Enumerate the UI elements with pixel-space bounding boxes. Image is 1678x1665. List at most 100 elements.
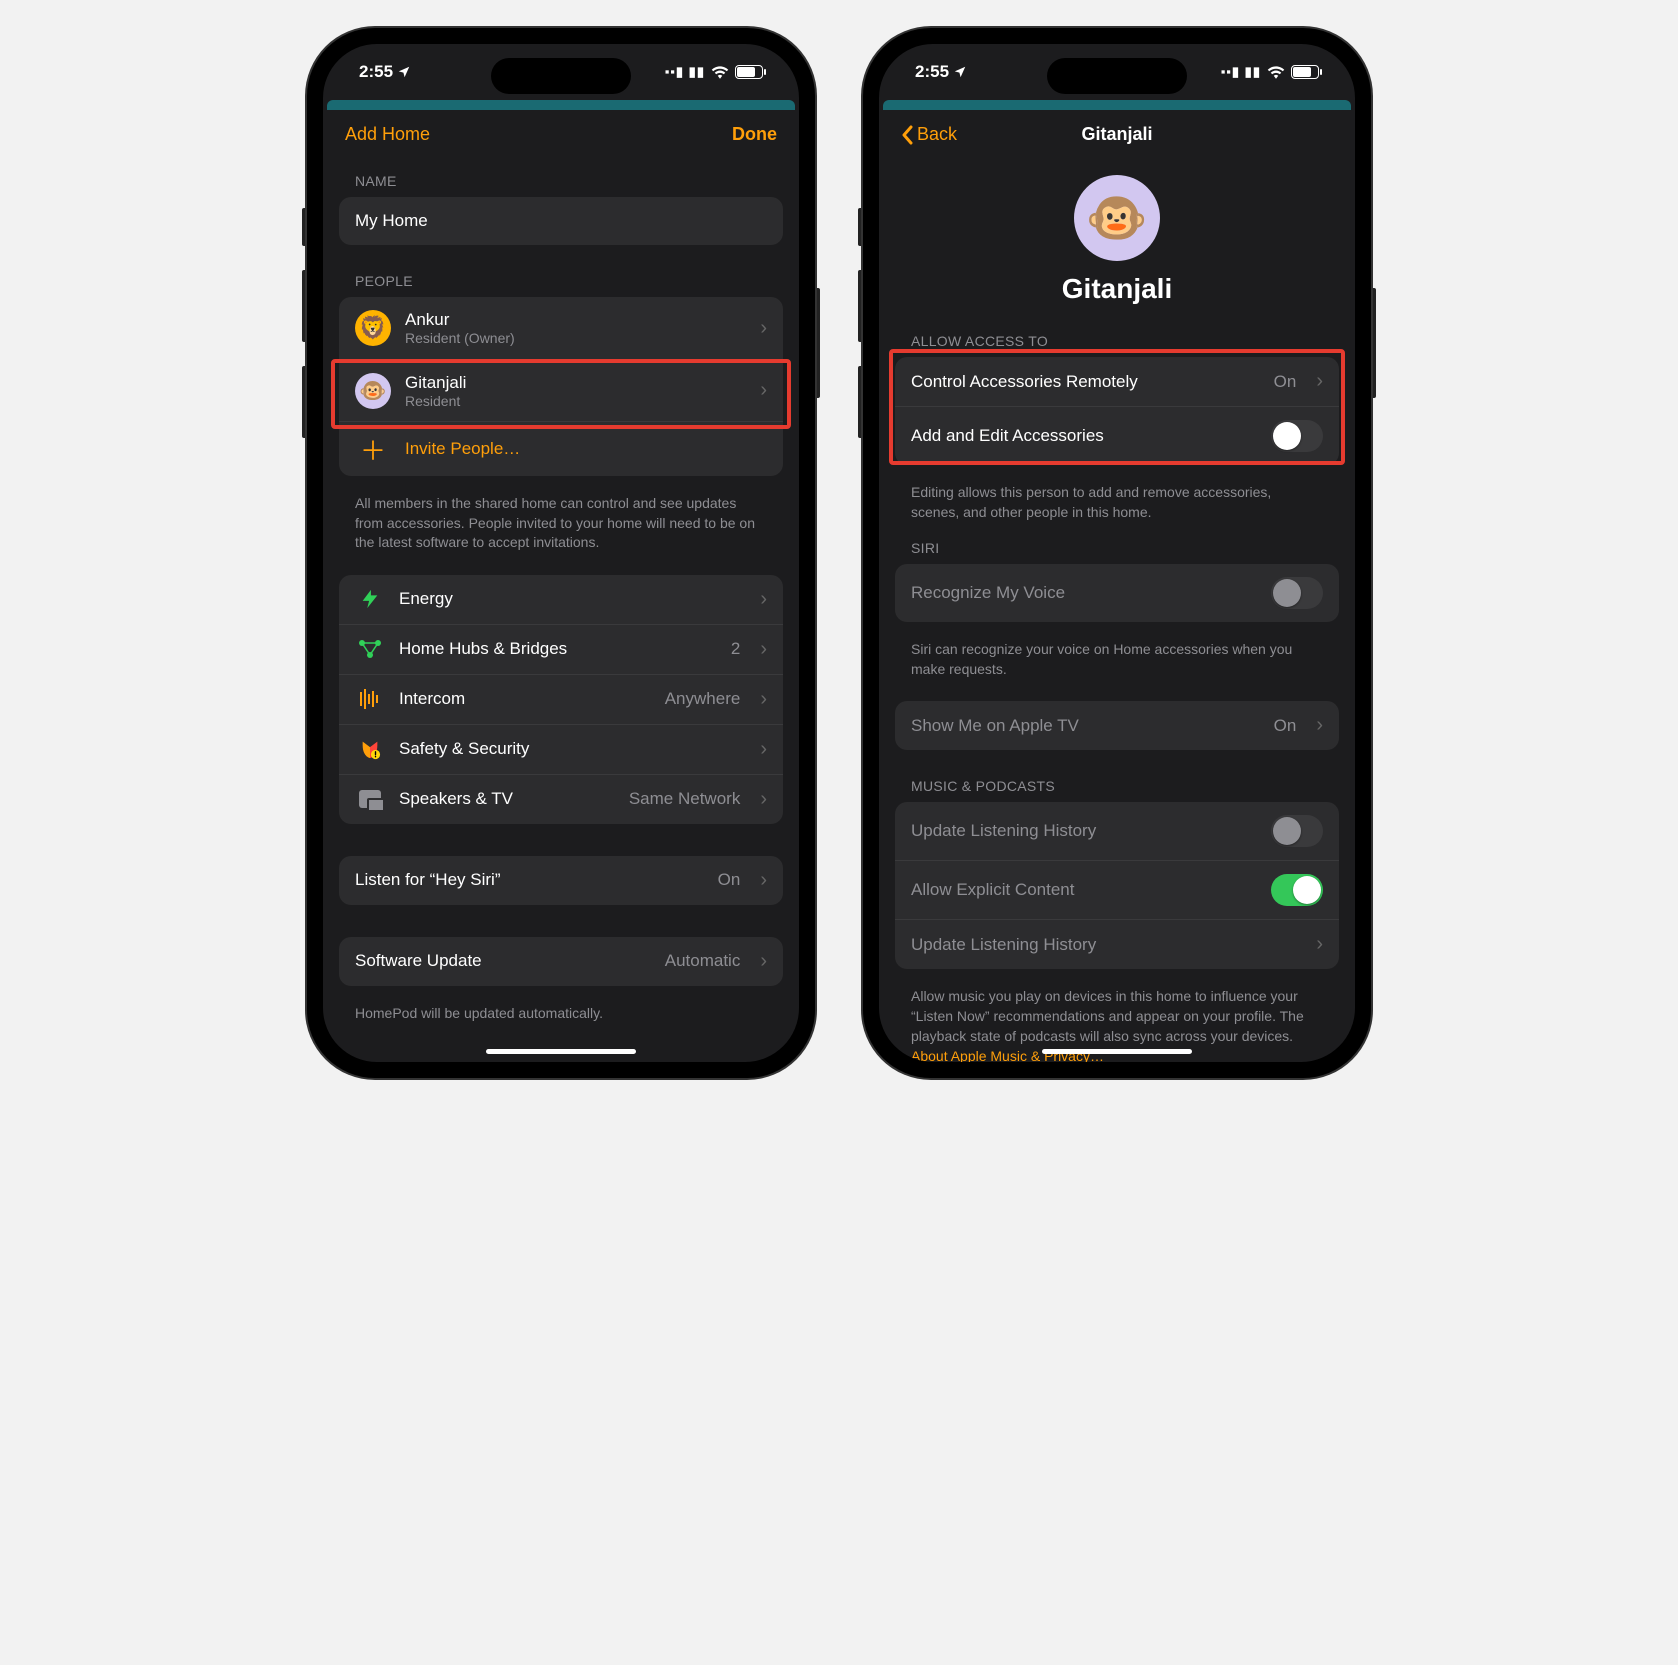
setting-row[interactable]: Control Accessories Remotely On › [895,357,1339,406]
chevron-right-icon: › [1316,370,1323,393]
show-on-appletv-detail: On [1274,716,1297,736]
right-content: 🐵 Gitanjali ALLOW ACCESS TO Control Acce… [879,155,1355,1062]
location-icon [953,65,967,79]
settings-detail: 2 [731,639,740,659]
person-name: Ankur [405,310,740,330]
chevron-right-icon: › [760,788,767,811]
avatar: 🐵 [355,373,391,409]
settings-label: Safety & Security [399,739,740,759]
hey-siri-detail: On [718,870,741,890]
settings-row-hub[interactable]: Home Hubs & Bridges2› [339,624,783,674]
device-right: 2:55 ▪▪▮ ▮▮ Back Gitanjali [863,28,1371,1078]
show-on-appletv-row[interactable]: Show Me on Apple TV On › [895,701,1339,750]
speaker-icon [355,790,385,808]
bolt-icon [355,588,385,610]
section-header-siri: SIRI [895,522,1339,564]
home-indicator [486,1049,636,1054]
chevron-right-icon: › [760,379,767,402]
nav-bar: Back Gitanjali [879,110,1355,155]
dynamic-island [1047,58,1187,94]
people-footer-note: All members in the shared home can contr… [339,486,783,553]
person-name: Gitanjali [405,373,740,393]
profile-block: 🐵 Gitanjali [895,155,1339,315]
chevron-right-icon: › [760,688,767,711]
settings-row-intercom[interactable]: Intercom Anywhere › [339,674,783,724]
home-name-input[interactable] [355,211,767,231]
toggle[interactable] [1271,874,1323,906]
settings-detail: Same Network [629,789,740,809]
setting-row[interactable]: Recognize My Voice [895,564,1339,622]
done-button[interactable]: Done [732,124,777,145]
row-label: Update Listening History [911,821,1257,841]
person-role: Resident (Owner) [405,330,740,346]
home-name-field[interactable] [339,197,783,245]
settings-label: Intercom [399,689,651,709]
setting-row[interactable]: Add and Edit Accessories [895,406,1339,465]
hub-icon [355,639,385,659]
battery-icon [1291,65,1319,79]
person-role: Resident [405,393,740,409]
show-on-appletv-label: Show Me on Apple TV [911,716,1260,736]
row-detail: On [1274,372,1297,392]
cellular-icon: ▪▪▮ ▮▮ [1221,64,1261,80]
status-time: 2:55 [915,62,949,82]
music-footer-note: Allow music you play on devices in this … [895,979,1339,1046]
avatar: 🦁 [355,310,391,346]
chevron-right-icon: › [760,738,767,761]
shield-icon [355,738,385,760]
row-label: Control Accessories Remotely [911,372,1260,392]
sheet-grabber-background [883,100,1351,110]
row-label: Add and Edit Accessories [911,426,1257,446]
invite-people-row[interactable]: ＋ Invite People… [339,421,783,476]
access-footer-note: Editing allows this person to add and re… [895,475,1339,522]
software-update-label: Software Update [355,951,651,971]
hey-siri-row[interactable]: Listen for “Hey Siri” On › [339,856,783,905]
chevron-left-icon [901,125,913,145]
wifi-icon [1267,65,1285,79]
setting-row[interactable]: Update Listening History › [895,919,1339,969]
battery-icon [735,65,763,79]
wifi-icon [711,65,729,79]
sheet-grabber-background [327,100,795,110]
chevron-right-icon: › [760,950,767,973]
row-label: Update Listening History [911,935,1296,955]
software-update-row[interactable]: Software Update Automatic › [339,937,783,986]
dynamic-island [491,58,631,94]
settings-row-shield[interactable]: Safety & Security › [339,724,783,774]
section-header-people: PEOPLE [339,255,783,297]
settings-row-bolt[interactable]: Energy› [339,575,783,624]
plus-icon: ＋ [359,435,387,463]
row-label: Recognize My Voice [911,583,1257,603]
profile-name: Gitanjali [1062,273,1172,305]
hey-siri-label: Listen for “Hey Siri” [355,870,704,890]
settings-label: Home Hubs & Bridges [399,639,717,659]
settings-detail: Anywhere [665,689,741,709]
toggle[interactable] [1271,420,1323,452]
software-update-detail: Automatic [665,951,741,971]
setting-row[interactable]: Allow Explicit Content [895,860,1339,919]
settings-label: Energy [399,589,740,609]
cellular-icon: ▪▪▮ ▮▮ [665,64,705,80]
nav-bar: Add Home Done [323,110,799,155]
row-label: Allow Explicit Content [911,880,1257,900]
back-button[interactable]: Back [901,124,957,145]
section-header-name: NAME [339,155,783,197]
add-home-button[interactable]: Add Home [345,124,430,145]
toggle[interactable] [1271,815,1323,847]
settings-row-speaker[interactable]: Speakers & TV Same Network › [339,774,783,824]
invite-people-label: Invite People… [405,439,520,459]
person-row[interactable]: 🦁AnkurResident (Owner)› [339,297,783,359]
section-header-music: MUSIC & PODCASTS [895,760,1339,802]
setting-row[interactable]: Update Listening History [895,802,1339,860]
left-content: NAME PEOPLE 🦁 AnkurResident (Owner) › 🐵 Gita… [323,155,799,1023]
device-left: 2:55 ▪▪▮ ▮▮ Add Home Done NAME [307,28,815,1078]
toggle[interactable] [1271,577,1323,609]
software-footer-note: HomePod will be updated automatically. [339,996,783,1024]
chevron-right-icon: › [1316,933,1323,956]
chevron-right-icon: › [760,869,767,892]
person-row[interactable]: 🐵 GitanjaliResident › [339,359,783,421]
settings-label: Speakers & TV [399,789,615,809]
location-icon [397,65,411,79]
siri-footer-note: Siri can recognize your voice on Home ac… [895,632,1339,679]
profile-avatar: 🐵 [1074,175,1160,261]
